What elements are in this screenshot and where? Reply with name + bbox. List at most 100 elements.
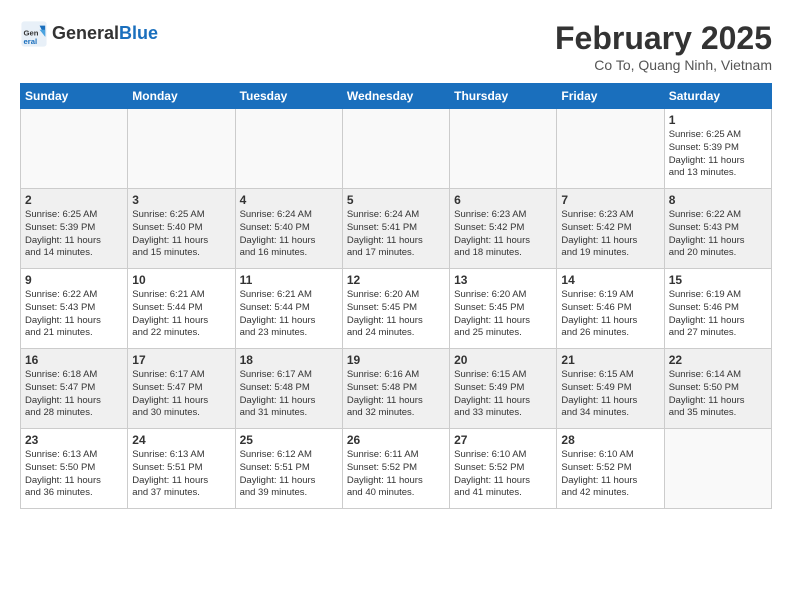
col-saturday: Saturday <box>664 84 771 109</box>
table-row <box>21 109 128 189</box>
table-row: 8 Sunrise: 6:22 AM Sunset: 5:43 PM Daylig… <box>664 189 771 269</box>
day-info: Sunrise: 6:22 AM Sunset: 5:43 PM Dayligh… <box>669 209 767 260</box>
table-row: 22Sunrise: 6:14 AM Sunset: 5:50 PM Dayli… <box>664 349 771 429</box>
table-row: 5 Sunrise: 6:24 AM Sunset: 5:41 PM Daylig… <box>342 189 449 269</box>
day-info: Sunrise: 6:16 AM Sunset: 5:48 PM Dayligh… <box>347 369 445 420</box>
day-info: Sunrise: 6:20 AM Sunset: 5:45 PM Dayligh… <box>454 289 552 340</box>
day-number: 7 <box>561 193 659 207</box>
day-number: 1 <box>669 113 767 127</box>
day-number: 13 <box>454 273 552 287</box>
day-info: Sunrise: 6:13 AM Sunset: 5:51 PM Dayligh… <box>132 449 230 500</box>
calendar-header-row: Sunday Monday Tuesday Wednesday Thursday… <box>21 84 772 109</box>
table-row: 18 Sunrise: 6:17 AM Sunset: 5:48 PM Dayli… <box>235 349 342 429</box>
title-block: February 2025 Co To, Quang Ninh, Vietnam <box>555 20 772 73</box>
day-info: Sunrise: 6:25 AM Sunset: 5:40 PM Dayligh… <box>132 209 230 260</box>
day-info: Sunrise: 6:17 AM Sunset: 5:48 PM Dayligh… <box>240 369 338 420</box>
day-info: Sunrise: 6:18 AM Sunset: 5:47 PM Dayligh… <box>25 369 123 420</box>
table-row: 7 Sunrise: 6:23 AM Sunset: 5:42 PM Daylig… <box>557 189 664 269</box>
day-number: 2 <box>25 193 123 207</box>
day-info: Sunrise: 6:10 AM Sunset: 5:52 PM Dayligh… <box>561 449 659 500</box>
day-info: Sunrise: 6:19 AM Sunset: 5:46 PM Dayligh… <box>561 289 659 340</box>
table-row: 10 Sunrise: 6:21 AM Sunset: 5:44 PM Dayli… <box>128 269 235 349</box>
day-number: 18 <box>240 353 338 367</box>
table-row: 23Sunrise: 6:13 AM Sunset: 5:50 PM Dayli… <box>21 429 128 509</box>
day-info: Sunrise: 6:17 AM Sunset: 5:47 PM Dayligh… <box>132 369 230 420</box>
day-info: Sunrise: 6:25 AM Sunset: 5:39 PM Dayligh… <box>669 129 767 180</box>
table-row: 12 Sunrise: 6:20 AM Sunset: 5:45 PM Dayli… <box>342 269 449 349</box>
day-number: 27 <box>454 433 552 447</box>
table-row: 17Sunrise: 6:17 AM Sunset: 5:47 PM Dayli… <box>128 349 235 429</box>
table-row: 20 Sunrise: 6:15 AM Sunset: 5:49 PM Dayli… <box>450 349 557 429</box>
day-number: 11 <box>240 273 338 287</box>
table-row <box>557 109 664 189</box>
day-number: 14 <box>561 273 659 287</box>
logo-blue-text: Blue <box>119 23 158 43</box>
table-row <box>128 109 235 189</box>
logo: Gen eral GeneralBlue <box>20 20 158 48</box>
day-number: 15 <box>669 273 767 287</box>
day-number: 21 <box>561 353 659 367</box>
day-info: Sunrise: 6:15 AM Sunset: 5:49 PM Dayligh… <box>561 369 659 420</box>
day-number: 20 <box>454 353 552 367</box>
day-number: 26 <box>347 433 445 447</box>
col-tuesday: Tuesday <box>235 84 342 109</box>
table-row: 1 Sunrise: 6:25 AM Sunset: 5:39 PM Daylig… <box>664 109 771 189</box>
day-number: 3 <box>132 193 230 207</box>
day-info: Sunrise: 6:14 AM Sunset: 5:50 PM Dayligh… <box>669 369 767 420</box>
day-number: 23 <box>25 433 123 447</box>
day-number: 4 <box>240 193 338 207</box>
table-row: 19 Sunrise: 6:16 AM Sunset: 5:48 PM Dayli… <box>342 349 449 429</box>
day-info: Sunrise: 6:20 AM Sunset: 5:45 PM Dayligh… <box>347 289 445 340</box>
day-number: 8 <box>669 193 767 207</box>
day-number: 6 <box>454 193 552 207</box>
day-number: 10 <box>132 273 230 287</box>
day-info: Sunrise: 6:19 AM Sunset: 5:46 PM Dayligh… <box>669 289 767 340</box>
day-info: Sunrise: 6:12 AM Sunset: 5:51 PM Dayligh… <box>240 449 338 500</box>
table-row <box>235 109 342 189</box>
day-number: 19 <box>347 353 445 367</box>
calendar-week-row: 9 Sunrise: 6:22 AM Sunset: 5:43 PM Daylig… <box>21 269 772 349</box>
calendar-week-row: 23Sunrise: 6:13 AM Sunset: 5:50 PM Dayli… <box>21 429 772 509</box>
table-row: 3 Sunrise: 6:25 AM Sunset: 5:40 PM Daylig… <box>128 189 235 269</box>
day-info: Sunrise: 6:24 AM Sunset: 5:40 PM Dayligh… <box>240 209 338 260</box>
day-number: 28 <box>561 433 659 447</box>
day-info: Sunrise: 6:24 AM Sunset: 5:41 PM Dayligh… <box>347 209 445 260</box>
day-info: Sunrise: 6:10 AM Sunset: 5:52 PM Dayligh… <box>454 449 552 500</box>
calendar-week-row: 2 Sunrise: 6:25 AM Sunset: 5:39 PM Daylig… <box>21 189 772 269</box>
day-info: Sunrise: 6:21 AM Sunset: 5:44 PM Dayligh… <box>132 289 230 340</box>
col-friday: Friday <box>557 84 664 109</box>
col-thursday: Thursday <box>450 84 557 109</box>
day-info: Sunrise: 6:22 AM Sunset: 5:43 PM Dayligh… <box>25 289 123 340</box>
day-info: Sunrise: 6:11 AM Sunset: 5:52 PM Dayligh… <box>347 449 445 500</box>
table-row: 16 Sunrise: 6:18 AM Sunset: 5:47 PM Dayli… <box>21 349 128 429</box>
day-number: 24 <box>132 433 230 447</box>
col-wednesday: Wednesday <box>342 84 449 109</box>
day-info: Sunrise: 6:23 AM Sunset: 5:42 PM Dayligh… <box>454 209 552 260</box>
table-row: 15 Sunrise: 6:19 AM Sunset: 5:46 PM Dayli… <box>664 269 771 349</box>
day-number: 5 <box>347 193 445 207</box>
table-row: 9 Sunrise: 6:22 AM Sunset: 5:43 PM Daylig… <box>21 269 128 349</box>
day-number: 9 <box>25 273 123 287</box>
calendar-week-row: 1 Sunrise: 6:25 AM Sunset: 5:39 PM Daylig… <box>21 109 772 189</box>
calendar-table: Sunday Monday Tuesday Wednesday Thursday… <box>20 83 772 509</box>
day-info: Sunrise: 6:15 AM Sunset: 5:49 PM Dayligh… <box>454 369 552 420</box>
day-info: Sunrise: 6:23 AM Sunset: 5:42 PM Dayligh… <box>561 209 659 260</box>
table-row: 21 Sunrise: 6:15 AM Sunset: 5:49 PM Dayli… <box>557 349 664 429</box>
svg-text:eral: eral <box>24 37 38 46</box>
day-info: Sunrise: 6:21 AM Sunset: 5:44 PM Dayligh… <box>240 289 338 340</box>
table-row <box>342 109 449 189</box>
table-row: 2 Sunrise: 6:25 AM Sunset: 5:39 PM Daylig… <box>21 189 128 269</box>
page: Gen eral GeneralBlue February 2025 Co To… <box>0 0 792 612</box>
col-monday: Monday <box>128 84 235 109</box>
table-row: 6 Sunrise: 6:23 AM Sunset: 5:42 PM Daylig… <box>450 189 557 269</box>
day-number: 16 <box>25 353 123 367</box>
table-row <box>664 429 771 509</box>
table-row: 11 Sunrise: 6:21 AM Sunset: 5:44 PM Dayli… <box>235 269 342 349</box>
table-row: 4 Sunrise: 6:24 AM Sunset: 5:40 PM Daylig… <box>235 189 342 269</box>
day-number: 25 <box>240 433 338 447</box>
svg-text:Gen: Gen <box>24 28 39 37</box>
table-row <box>450 109 557 189</box>
day-number: 12 <box>347 273 445 287</box>
table-row: 24 Sunrise: 6:13 AM Sunset: 5:51 PM Dayli… <box>128 429 235 509</box>
day-info: Sunrise: 6:25 AM Sunset: 5:39 PM Dayligh… <box>25 209 123 260</box>
